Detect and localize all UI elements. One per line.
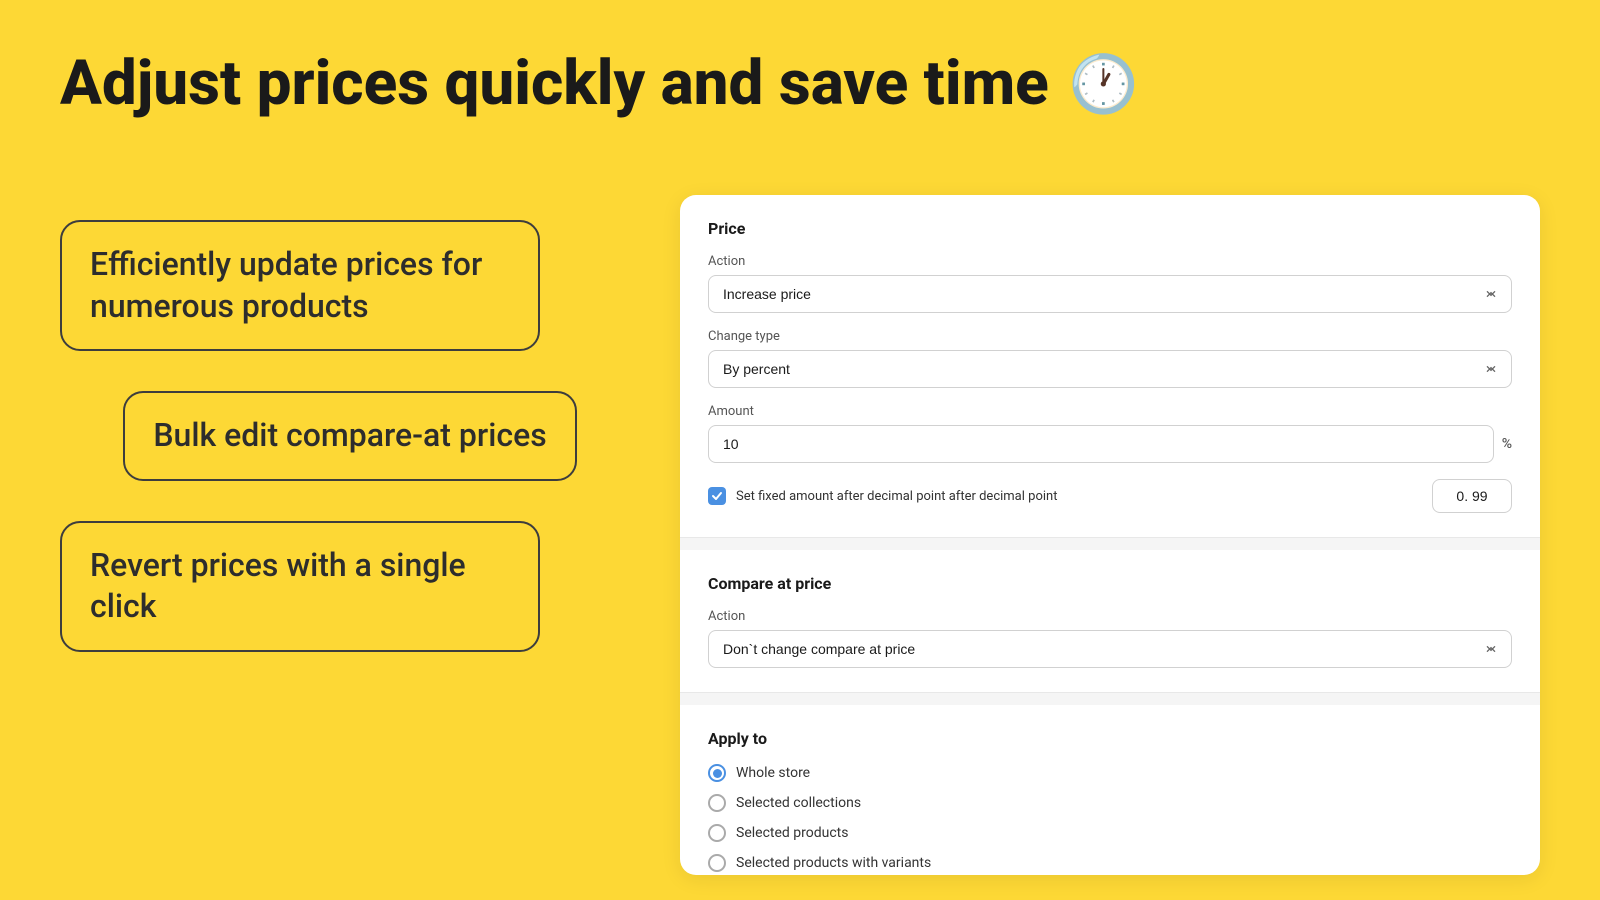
section-divider-1 xyxy=(680,538,1540,550)
radio-selected-products-variants[interactable]: Selected products with variants xyxy=(708,854,1512,872)
radio-whole-store-inner xyxy=(713,769,722,778)
page-header: Adjust prices quickly and save time 🕐 xyxy=(60,50,1540,118)
radio-whole-store-button[interactable] xyxy=(708,764,726,782)
action-label: Action xyxy=(708,254,1512,269)
form-card: Price Action Increase price Change type … xyxy=(680,195,1540,875)
page-title: Adjust prices quickly and save time xyxy=(60,50,1049,118)
section-divider-2 xyxy=(680,693,1540,705)
feature-box-2: Bulk edit compare-at prices xyxy=(123,391,576,481)
radio-selected-products-button[interactable] xyxy=(708,824,726,842)
feature-2-text: Bulk edit compare-at prices xyxy=(153,416,546,454)
amount-input-row: % xyxy=(708,425,1512,463)
compare-action-select[interactable]: Don`t change compare at price xyxy=(708,630,1512,668)
action-select[interactable]: Increase price xyxy=(708,275,1512,313)
compare-action-field-group: Action Don`t change compare at price xyxy=(708,609,1512,668)
change-type-label: Change type xyxy=(708,329,1512,344)
decimal-checkbox[interactable] xyxy=(708,487,726,505)
amount-field-group: Amount % xyxy=(708,404,1512,463)
radio-selected-collections[interactable]: Selected collections xyxy=(708,794,1512,812)
right-panel: Price Action Increase price Change type … xyxy=(680,0,1540,900)
radio-selected-products-label: Selected products xyxy=(736,825,848,841)
radio-selected-products-variants-button[interactable] xyxy=(708,854,726,872)
change-type-select[interactable]: By percent xyxy=(708,350,1512,388)
left-panel: Efficiently update prices for numerous p… xyxy=(60,0,620,900)
decimal-value-input[interactable] xyxy=(1432,479,1512,513)
radio-selected-collections-label: Selected collections xyxy=(736,795,861,811)
price-section: Price Action Increase price Change type … xyxy=(680,195,1540,538)
change-type-field-group: Change type By percent xyxy=(708,329,1512,388)
apply-section-title: Apply to xyxy=(708,729,1512,748)
feature-1-text: Efficiently update prices for numerous p… xyxy=(90,245,482,325)
feature-box-3: Revert prices with a single click xyxy=(60,521,540,652)
compare-section: Compare at price Action Don`t change com… xyxy=(680,550,1540,693)
radio-whole-store-label: Whole store xyxy=(736,765,810,781)
compare-action-label: Action xyxy=(708,609,1512,624)
clock-icon: 🕐 xyxy=(1069,51,1139,117)
amount-input[interactable] xyxy=(708,425,1494,463)
radio-whole-store[interactable]: Whole store xyxy=(708,764,1512,782)
amount-label: Amount xyxy=(708,404,1512,419)
action-field-group: Action Increase price xyxy=(708,254,1512,313)
feature-3-text: Revert prices with a single click xyxy=(90,546,466,626)
apply-section: Apply to Whole store Selected collection… xyxy=(680,705,1540,875)
decimal-checkbox-label: Set fixed amount after decimal point aft… xyxy=(736,489,1422,504)
amount-unit: % xyxy=(1502,436,1512,452)
compare-section-title: Compare at price xyxy=(708,574,1512,593)
feature-box-1: Efficiently update prices for numerous p… xyxy=(60,220,540,351)
radio-selected-products-variants-label: Selected products with variants xyxy=(736,855,931,871)
decimal-checkbox-row: Set fixed amount after decimal point aft… xyxy=(708,479,1512,513)
radio-selected-collections-button[interactable] xyxy=(708,794,726,812)
price-section-title: Price xyxy=(708,219,1512,238)
apply-radio-group: Whole store Selected collections Selecte… xyxy=(708,764,1512,872)
radio-selected-products[interactable]: Selected products xyxy=(708,824,1512,842)
